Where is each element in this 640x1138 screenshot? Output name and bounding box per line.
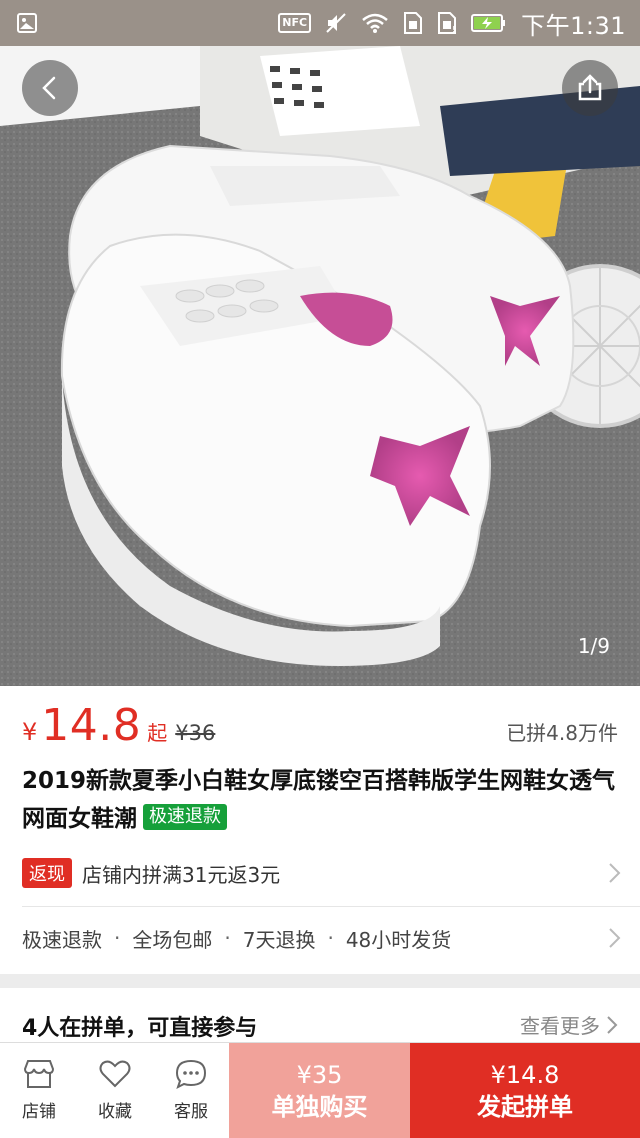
sim1-icon (403, 11, 423, 35)
mute-icon (325, 12, 347, 34)
separator-dot: · (327, 926, 334, 950)
tab-favorite[interactable]: 收藏 (77, 1043, 153, 1138)
group-buy-label: 发起拼单 (477, 1092, 573, 1121)
solo-price: ¥35 (296, 1060, 343, 1089)
sold-count: 已拼4.8万件 (506, 721, 618, 745)
svg-text:!: ! (452, 25, 455, 34)
divider (22, 906, 640, 907)
separator-dot: · (224, 926, 231, 950)
tab-store[interactable]: 店铺 (1, 1043, 77, 1138)
product-info-card: ¥ 14.8 起 ¥36 已拼4.8万件 2019新款夏季小白鞋女厚底镂空百搭韩… (0, 686, 640, 974)
gallery-icon (16, 12, 38, 34)
chevron-right-icon (608, 861, 622, 885)
group-buy-price: ¥14.8 (490, 1060, 560, 1089)
tab-customer-service[interactable]: 客服 (153, 1043, 229, 1138)
product-title: 2019新款夏季小白鞋女厚底镂空百搭韩版学生网鞋女透气网面女鞋潮 极速退款 (22, 762, 622, 838)
sim2-icon: ! (437, 11, 457, 35)
heart-icon (99, 1060, 131, 1088)
status-bar: NFC ! 下午1:31 (0, 0, 640, 46)
gallery-page-indicator: 1/9 (577, 634, 610, 658)
chevron-right-icon (608, 926, 622, 950)
wifi-icon (361, 12, 389, 34)
tab-favorite-label: 收藏 (98, 1102, 132, 1122)
buy-alone-button[interactable]: ¥35 单独购买 (229, 1043, 410, 1138)
share-icon (578, 74, 602, 101)
cashback-text: 店铺内拼满31元返3元 (82, 862, 281, 887)
store-icon (23, 1060, 55, 1088)
tab-store-label: 店铺 (22, 1102, 56, 1122)
product-image-gallery[interactable]: 1/9 (0, 46, 640, 686)
bottom-action-bar: 店铺 收藏 客服 ¥35 单独购买 ¥14.8 发起拼单 (0, 1042, 640, 1138)
start-group-buy-button[interactable]: ¥14.8 发起拼单 (410, 1043, 640, 1138)
view-more-label: 查看更多 (520, 1014, 600, 1038)
service-item: 7天退换 (242, 927, 316, 952)
tab-customer-service-label: 客服 (174, 1102, 208, 1122)
chevron-left-icon (42, 76, 56, 100)
original-price: ¥36 (175, 721, 216, 745)
group-buy-title: 4人在拼单，可直接参与 (22, 1016, 258, 1041)
chevron-right-icon (607, 1015, 618, 1034)
cashback-badge: 返现 (22, 858, 72, 888)
product-photo (0, 46, 640, 686)
price-suffix: 起 (147, 721, 168, 745)
service-item: 极速退款 (22, 927, 102, 952)
solo-label: 单独购买 (271, 1092, 368, 1121)
view-more-link[interactable]: 查看更多 (520, 1010, 618, 1039)
battery-charging-icon (471, 13, 507, 33)
separator-dot: · (114, 926, 121, 950)
group-price: 14.8 (41, 700, 142, 751)
service-item: 全场包邮 (132, 927, 213, 952)
currency-symbol: ¥ (22, 718, 38, 746)
status-time: 下午1:31 (521, 11, 626, 40)
refund-tag: 极速退款 (143, 804, 227, 830)
service-item: 48小时发货 (345, 927, 452, 952)
cashback-row[interactable]: 返现 店铺内拼满31元返3元 (22, 854, 622, 892)
chat-icon (175, 1059, 207, 1089)
back-button[interactable] (22, 60, 78, 116)
share-button[interactable] (562, 60, 618, 116)
service-guarantees-row[interactable]: 极速退款 · 全场包邮 · 7天退换 · 48小时发货 (22, 910, 622, 966)
product-title-text: 2019新款夏季小白鞋女厚底镂空百搭韩版学生网鞋女透气网面女鞋潮 (22, 768, 616, 832)
price-row: ¥ 14.8 起 ¥36 已拼4.8万件 (22, 700, 618, 756)
nfc-icon: NFC (278, 13, 312, 33)
